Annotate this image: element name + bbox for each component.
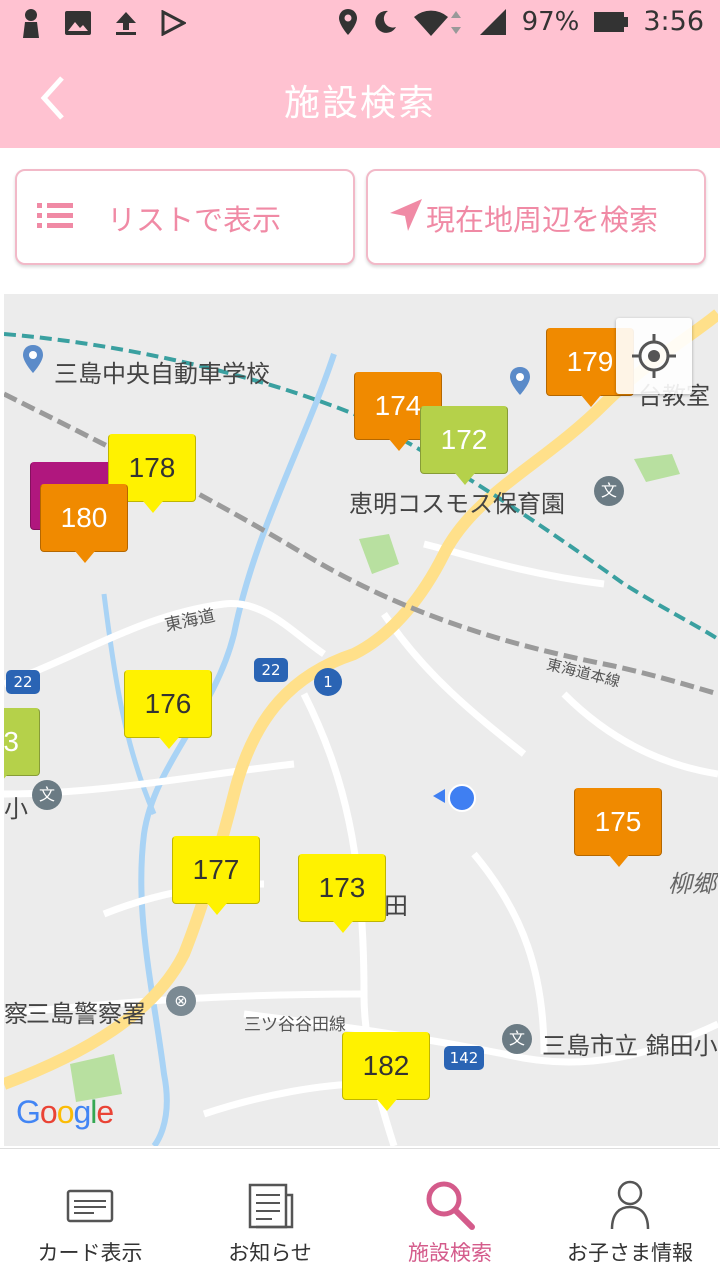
- facility-marker[interactable]: 177: [172, 836, 260, 915]
- upload-icon: [116, 12, 136, 35]
- facility-marker[interactable]: 176: [124, 670, 212, 749]
- facility-marker[interactable]: 172: [420, 406, 508, 485]
- navigation-arrow-icon: [390, 199, 422, 231]
- tab-card[interactable]: カード表示: [0, 1149, 180, 1281]
- map-label-mitsuyada-line: 三ツ谷谷田線: [244, 1015, 346, 1035]
- signal-icon: [479, 8, 506, 35]
- tab-child-info[interactable]: お子さま情報: [540, 1149, 720, 1281]
- map-label-ta: 田: [384, 892, 408, 920]
- battery-icon: [594, 11, 629, 32]
- person-icon: [610, 1180, 650, 1230]
- moon-icon: [374, 10, 396, 33]
- route-shield: 22: [6, 670, 40, 694]
- tab-news-label: お知らせ: [228, 1241, 312, 1265]
- map-label-yanagigo: 柳郷: [668, 870, 716, 898]
- map-label-police: 三島警察署: [26, 1000, 146, 1028]
- app-bar: 施設検索: [0, 48, 720, 148]
- police-icon: ⊗: [166, 986, 196, 1016]
- status-bar: 97% 3:56: [0, 0, 720, 48]
- map-label-police-prefix: 察: [4, 1000, 28, 1028]
- place-pin-icon: [510, 367, 530, 395]
- search-nearby-button[interactable]: 現在地周辺を検索: [366, 169, 706, 265]
- current-location-dot: [448, 784, 476, 812]
- school-icon: 文: [32, 780, 62, 810]
- bottom-tab-bar: カード表示 お知らせ 施設検索 お子さま情報: [0, 1148, 720, 1281]
- tab-child-info-label: お子さま情報: [567, 1241, 693, 1265]
- card-icon: [66, 1189, 114, 1223]
- map-view[interactable]: 三島中央自動車学校 台教室 恵明コスモス保育園 文 東海道 東海道本線 文 小 …: [4, 294, 718, 1146]
- facility-marker[interactable]: 175: [574, 788, 662, 867]
- place-pin-icon: [23, 345, 43, 373]
- page-title: 施設検索: [283, 83, 436, 124]
- location-icon: [338, 8, 357, 35]
- list-view-label: リストで表示: [107, 203, 282, 237]
- school-icon: 文: [594, 476, 624, 506]
- route-shield: 22: [254, 658, 288, 682]
- route-shield: 1: [314, 668, 342, 696]
- crosshair-icon: [632, 334, 676, 378]
- google-logo: Google: [16, 1094, 114, 1130]
- play-store-icon: [161, 10, 186, 36]
- tab-news[interactable]: お知らせ: [180, 1149, 360, 1281]
- list-icon: [37, 203, 73, 228]
- map-label-school-bottom: 三島市立 錦田小: [542, 1032, 718, 1060]
- clock: 3:56: [643, 6, 704, 37]
- search-nearby-label: 現在地周辺を検索: [426, 203, 659, 237]
- facility-marker[interactable]: 3: [4, 708, 40, 787]
- list-view-button[interactable]: リストで表示: [15, 169, 355, 265]
- facility-marker[interactable]: 173: [298, 854, 386, 933]
- image-icon: [65, 11, 91, 35]
- facility-marker[interactable]: 182: [342, 1032, 430, 1111]
- my-location-button[interactable]: [616, 318, 692, 394]
- news-icon: [248, 1183, 294, 1229]
- map-label-nursery: 恵明コスモス保育園: [349, 490, 565, 518]
- direction-arrow-icon: [433, 789, 445, 803]
- search-icon: [426, 1181, 475, 1230]
- tab-facility-search[interactable]: 施設検索: [360, 1149, 540, 1281]
- school-icon: 文: [502, 1024, 532, 1054]
- notification-icon: [23, 9, 39, 38]
- facility-marker[interactable]: 180: [40, 484, 128, 563]
- map-label-driving-school: 三島中央自動車学校: [54, 360, 270, 388]
- tab-card-label: カード表示: [37, 1241, 143, 1265]
- tab-facility-search-label: 施設検索: [408, 1241, 492, 1265]
- wifi-icon: [413, 10, 461, 36]
- route-shield: 142: [444, 1046, 484, 1070]
- map-label-sho: 小: [4, 795, 28, 823]
- battery-percent: 97%: [521, 6, 580, 37]
- action-button-row: リストで表示 現在地周辺を検索: [0, 148, 720, 294]
